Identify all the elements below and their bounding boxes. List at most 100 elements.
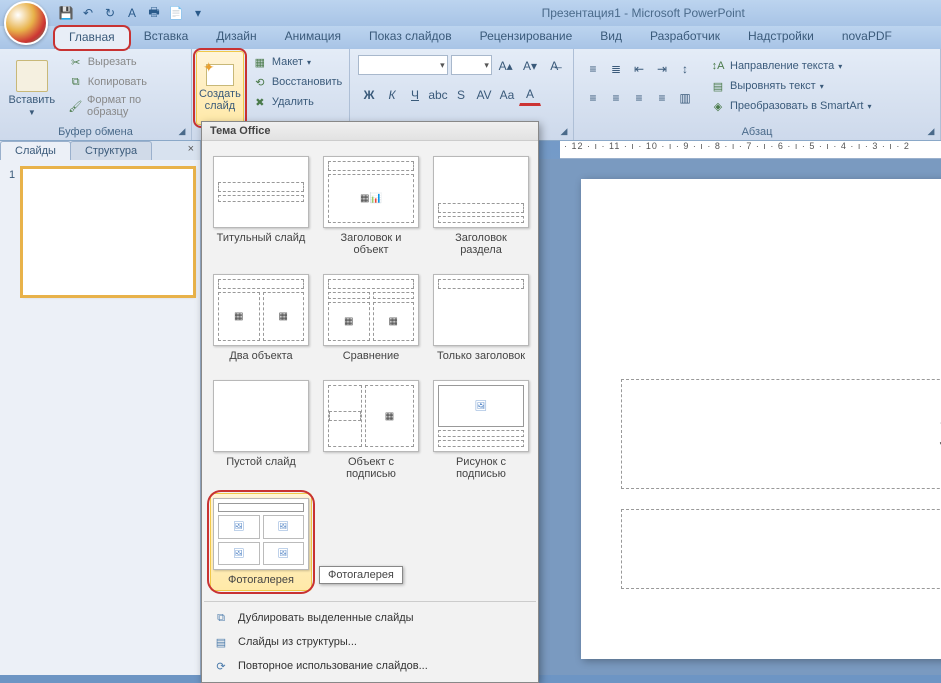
layout-two-content[interactable]: ▦▦ Два объекта	[210, 269, 312, 367]
copy-button[interactable]: ⧉Копировать	[64, 73, 185, 91]
shrink-font-button[interactable]: A▾	[519, 55, 540, 77]
new-slide-button[interactable]: Создать слайд	[196, 51, 244, 125]
smartart-icon: ◈	[710, 98, 726, 114]
font-family-combo[interactable]	[358, 55, 448, 75]
layout-picture-caption[interactable]: 🖼 Рисунок с подписью	[430, 375, 532, 485]
align-right-button[interactable]: ≡	[628, 87, 650, 109]
italic-button[interactable]: К	[381, 84, 403, 106]
tab-animation[interactable]: Анимация	[271, 26, 355, 49]
qat-customize-icon[interactable]: ▾	[190, 5, 206, 21]
menu-duplicate-slides[interactable]: ⧉Дублировать выделенные слайды	[202, 606, 538, 630]
layout-section-header[interactable]: Заголовок раздела	[430, 151, 532, 261]
qat-font-icon[interactable]: A	[124, 5, 140, 21]
align-text-button[interactable]: ▤Выровнять текст ▾	[706, 77, 875, 95]
reuse-icon: ⟳	[212, 658, 230, 674]
panel-close-icon[interactable]: ×	[182, 141, 200, 160]
layout-icon: ▦	[252, 54, 268, 70]
justify-button[interactable]: ≡	[651, 87, 673, 109]
copy-icon: ⧉	[68, 74, 84, 90]
tab-review[interactable]: Рецензирование	[466, 26, 587, 49]
new-slide-label: Создать слайд	[199, 88, 241, 112]
layout-blank[interactable]: Пустой слайд	[210, 375, 312, 485]
font-dialog-launcher[interactable]: ◢	[557, 124, 571, 138]
char-spacing-button[interactable]: AV	[473, 84, 495, 106]
change-case-button[interactable]: Aa	[496, 84, 518, 106]
window-title: Презентация1 - Microsoft PowerPoint	[542, 6, 745, 20]
slide[interactable]: Заголо Подзаго	[581, 179, 941, 659]
title-bar: 💾 ↶ ↻ A 🖶 📄 ▾ Презентация1 - Microsoft P…	[0, 0, 941, 26]
layout-comparison[interactable]: ▦▦ Сравнение	[320, 269, 422, 367]
quick-access-toolbar: 💾 ↶ ↻ A 🖶 📄 ▾	[58, 5, 206, 21]
panel-tab-slides[interactable]: Слайды	[0, 141, 71, 160]
layout-button[interactable]: ▦Макет ▾	[248, 53, 346, 71]
tab-developer[interactable]: Разработчик	[636, 26, 734, 49]
font-color-button[interactable]: A	[519, 84, 541, 106]
new-doc-icon[interactable]: 📄	[168, 5, 184, 21]
text-direction-button[interactable]: ↕AНаправление текста ▾	[706, 57, 875, 75]
reset-button[interactable]: ⟲Восстановить	[248, 73, 346, 91]
outline-icon: ▤	[212, 634, 230, 650]
strike-button[interactable]: abc	[427, 84, 449, 106]
menu-slides-from-outline[interactable]: ▤Слайды из структуры...	[202, 630, 538, 654]
tab-slideshow[interactable]: Показ слайдов	[355, 26, 466, 49]
cut-icon: ✂	[68, 54, 84, 70]
slides-panel: Слайды Структура × 1	[0, 141, 201, 675]
chevron-down-icon: ▾	[307, 58, 311, 67]
ribbon-tabs: Главная Вставка Дизайн Анимация Показ сл…	[0, 26, 941, 49]
bold-button[interactable]: Ж	[358, 84, 380, 106]
delete-icon: ✖	[252, 94, 268, 110]
layout-photo-gallery[interactable]: 🖼🖼🖼🖼 Фотогалерея Фотогалерея	[210, 493, 312, 591]
office-button[interactable]	[4, 1, 48, 45]
layout-title-content[interactable]: ▦📊 Заголовок и объект	[320, 151, 422, 261]
numbering-button[interactable]: ≣	[605, 58, 627, 80]
new-slide-icon	[206, 64, 234, 86]
undo-icon[interactable]: ↶	[80, 5, 96, 21]
layout-title-slide[interactable]: Титульный слайд	[210, 151, 312, 261]
indent-dec-button[interactable]: ⇤	[628, 58, 650, 80]
line-spacing-button[interactable]: ↕	[674, 58, 696, 80]
group-label-paragraph: Абзац	[578, 125, 936, 140]
tab-view[interactable]: Вид	[586, 26, 636, 49]
paste-label: Вставить	[9, 94, 56, 106]
format-painter-button[interactable]: 🖌Формат по образцу	[64, 93, 185, 119]
indent-inc-button[interactable]: ⇥	[651, 58, 673, 80]
title-placeholder[interactable]: Заголо	[621, 379, 941, 489]
layout-title-only[interactable]: Только заголовок	[430, 269, 532, 367]
gallery-header: Тема Office	[202, 122, 538, 141]
columns-button[interactable]: ▥	[674, 87, 696, 109]
paragraph-dialog-launcher[interactable]: ◢	[924, 124, 938, 138]
group-clipboard: Вставить ▼ ✂Вырезать ⧉Копировать 🖌Формат…	[0, 49, 192, 140]
grow-font-button[interactable]: A▴	[495, 55, 516, 77]
bullets-button[interactable]: ≡	[582, 58, 604, 80]
underline-button[interactable]: Ч	[404, 84, 426, 106]
horizontal-ruler: · 12 · ı · 11 · ı · 10 · ı · 9 · ı · 8 ·…	[560, 141, 941, 159]
menu-reuse-slides[interactable]: ⟳Повторное использование слайдов...	[202, 654, 538, 678]
tab-addins[interactable]: Надстройки	[734, 26, 828, 49]
tab-insert[interactable]: Вставка	[130, 26, 203, 49]
align-center-button[interactable]: ≡	[605, 87, 627, 109]
font-size-combo[interactable]	[451, 55, 492, 75]
layout-gallery: Тема Office Титульный слайд ▦📊 Заголовок…	[201, 121, 539, 683]
clear-format-button[interactable]: A̶	[544, 55, 565, 77]
subtitle-placeholder[interactable]: Подзаго	[621, 509, 941, 589]
tab-design[interactable]: Дизайн	[202, 26, 270, 49]
slide-thumbnail[interactable]: 1	[22, 168, 194, 296]
cut-button[interactable]: ✂Вырезать	[64, 53, 185, 71]
align-text-icon: ▤	[710, 78, 726, 94]
align-left-button[interactable]: ≡	[582, 87, 604, 109]
paste-button[interactable]: Вставить ▼	[4, 51, 60, 125]
tab-novapdf[interactable]: novaPDF	[828, 26, 906, 49]
shadow-button[interactable]: S	[450, 84, 472, 106]
convert-smartart-button[interactable]: ◈Преобразовать в SmartArt ▾	[706, 97, 875, 115]
layout-content-caption[interactable]: ▦ Объект с подписью	[320, 375, 422, 485]
delete-slide-button[interactable]: ✖Удалить	[248, 93, 346, 111]
paste-icon	[16, 60, 48, 92]
group-label-clipboard: Буфер обмена	[4, 125, 187, 140]
tab-home[interactable]: Главная	[54, 26, 130, 49]
save-icon[interactable]: 💾	[58, 5, 74, 21]
panel-tab-outline[interactable]: Структура	[70, 141, 152, 160]
text-direction-icon: ↕A	[710, 58, 726, 74]
clipboard-dialog-launcher[interactable]: ◢	[175, 124, 189, 138]
quick-print-icon[interactable]: 🖶	[146, 5, 162, 21]
redo-icon[interactable]: ↻	[102, 5, 118, 21]
